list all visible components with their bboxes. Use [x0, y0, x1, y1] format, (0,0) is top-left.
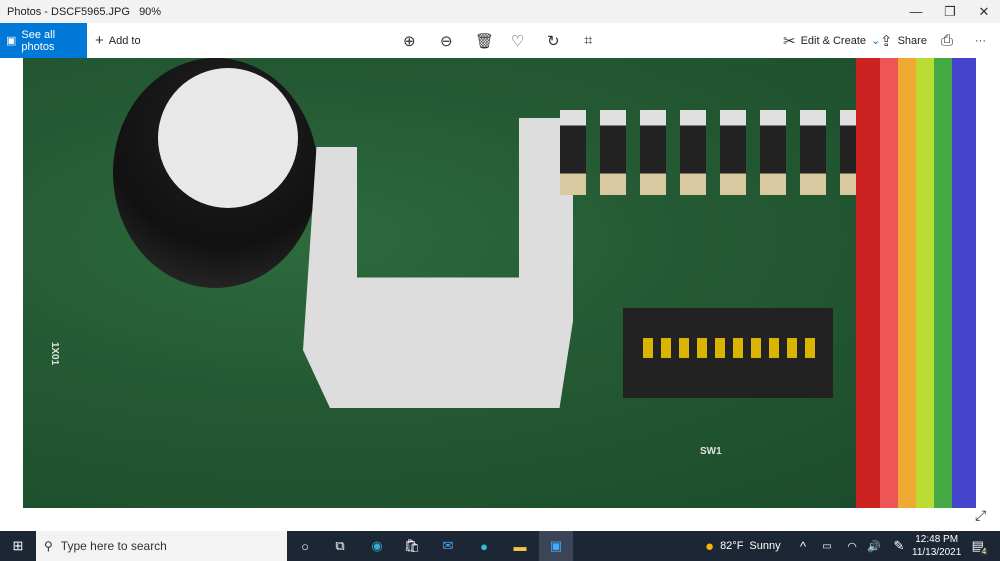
title-bar: Photos - DSCF5965.JPG 90% — ❐ ✕ [0, 0, 1000, 23]
battery-icon[interactable]: ▭ [818, 531, 836, 561]
chevron-down-icon: ⌄ [871, 35, 881, 47]
more-options-icon[interactable]: ··· [975, 23, 986, 58]
restore-button[interactable]: ❐ [932, 0, 968, 23]
close-button[interactable]: ✕ [966, 0, 1000, 23]
search-placeholder: Type here to search [60, 539, 167, 553]
see-all-photos-button[interactable]: ▣ See all photos [0, 23, 87, 58]
weather-widget[interactable]: ● 82°F Sunny [705, 531, 781, 561]
zoom-level: 90% [139, 5, 162, 18]
photos-app-icon[interactable]: ▣ [539, 531, 573, 561]
zoom-out-icon[interactable]: ⊖ [440, 23, 453, 58]
capacitor-top [158, 68, 298, 208]
edge-icon[interactable]: ◉ [362, 531, 392, 561]
taskbar: ⊞ ⚲ Type here to search ○ ⧉ ◉ 🛍 ✉ ● ▬ ▣ ●… [0, 531, 1000, 561]
fullscreen-expand-icon[interactable]: ⤢ [975, 507, 986, 524]
browser-icon[interactable]: ● [469, 531, 499, 561]
edit-icon: ✂ [783, 32, 796, 50]
share-label: Share [897, 34, 927, 47]
add-to-label: Add to [108, 34, 141, 47]
clock[interactable]: 12:48 PM 11/13/2021 [912, 533, 961, 559]
resistor [720, 110, 746, 195]
toolbar: ▣ See all photos + Add to ⊕ ⊖ 🗑 ♡ ↻ ⌗ ✂ Edi… [0, 23, 1000, 58]
window-title: Photos - DSCF5965.JPG 90% [7, 6, 161, 18]
print-icon[interactable]: ⎙ [941, 23, 953, 58]
zoom-in-icon[interactable]: ⊕ [403, 23, 416, 58]
resistor [560, 110, 586, 195]
date: 11/13/2021 [912, 547, 962, 558]
photo-view[interactable]: SW1 1X01 [23, 58, 976, 508]
task-view-icon[interactable]: ⧉ [325, 531, 355, 561]
share-icon: ⇪ [880, 32, 893, 50]
show-hidden-icons-chevron-icon[interactable]: ^ [795, 531, 811, 561]
sun-icon: ● [705, 537, 715, 555]
pen-icon[interactable]: ✎ [890, 531, 908, 561]
volume-icon[interactable]: 🔊 [865, 531, 883, 561]
ixo-label: 1X01 [49, 341, 61, 366]
time: 12:48 PM [915, 534, 959, 545]
see-all-label: See all photos [21, 28, 56, 53]
resistor [680, 110, 706, 195]
rotate-icon[interactable]: ↻ [547, 23, 560, 58]
resistor [760, 110, 786, 195]
plus-icon: + [95, 32, 104, 49]
wifi-icon[interactable]: ◠ [843, 531, 861, 561]
share-button[interactable]: ⇪ Share [880, 23, 927, 58]
store-icon[interactable]: 🛍 [397, 531, 427, 561]
resistor [600, 110, 626, 195]
edit-create-button[interactable]: ✂ Edit & Create ⌄ [783, 23, 880, 58]
search-icon: ⚲ [44, 539, 53, 553]
file-title: Photos - DSCF5965.JPG [7, 5, 130, 18]
resistor [640, 110, 666, 195]
ribbon-cable [856, 58, 976, 508]
notification-count: 4 [979, 546, 989, 556]
weather-temp: 82°F [720, 540, 744, 552]
start-windows-icon[interactable]: ⊞ [0, 531, 36, 561]
mail-icon[interactable]: ✉ [433, 531, 463, 561]
weather-condition: Sunny [749, 540, 781, 552]
taskbar-search[interactable]: ⚲ Type here to search [36, 531, 287, 561]
cortana-icon[interactable]: ○ [290, 531, 320, 561]
delete-icon[interactable]: 🗑 [475, 23, 494, 58]
file-explorer-icon[interactable]: ▬ [505, 531, 535, 561]
resistor [800, 110, 826, 195]
heatsink [303, 118, 573, 408]
add-to-button[interactable]: + Add to [95, 23, 141, 58]
edit-create-label: Edit & Create [800, 34, 866, 47]
crop-icon[interactable]: ⌗ [584, 23, 592, 58]
notification-center-icon[interactable]: ▤ 4 [968, 531, 992, 561]
favorite-heart-icon[interactable]: ♡ [511, 23, 524, 58]
sw-label: SW1 [700, 446, 722, 457]
dip-switch-levers [643, 338, 823, 358]
minimize-button[interactable]: — [898, 0, 934, 23]
photos-icon: ▣ [6, 35, 17, 47]
